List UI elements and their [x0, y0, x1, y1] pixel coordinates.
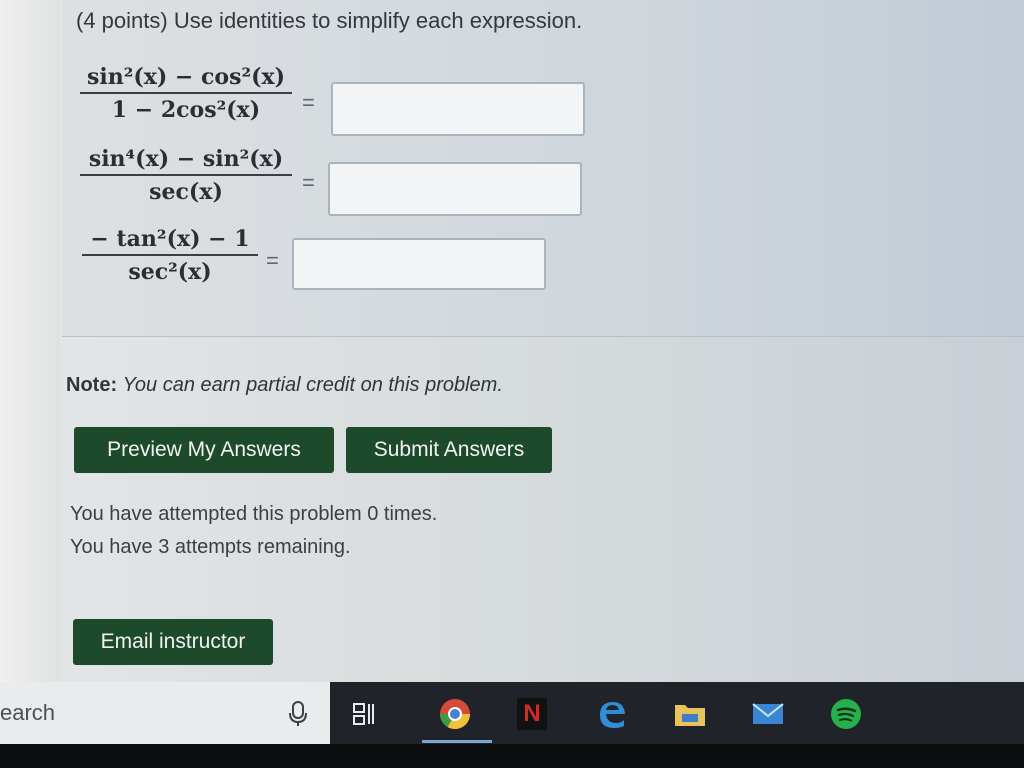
equals-sign-2: =: [302, 170, 315, 195]
expression-3-numerator: − tan²(x) − 1: [90, 226, 250, 252]
email-instructor-button[interactable]: Email instructor: [73, 619, 273, 665]
partial-credit-note: Note: You can earn partial credit on thi…: [66, 374, 503, 397]
equals-sign-1: =: [302, 90, 315, 115]
answer-field-3[interactable]: [292, 238, 546, 290]
search-placeholder: earch: [0, 700, 56, 725]
file-explorer-icon[interactable]: [672, 696, 708, 732]
attempts-remaining-text: You have 3 attempts remaining.: [70, 536, 351, 558]
answer-field-1[interactable]: [331, 82, 585, 136]
expression-2: sin⁴(x) − sin²(x) sec(x): [80, 146, 292, 205]
taskbar-search-box[interactable]: earch: [0, 682, 330, 744]
netflix-letter: N: [517, 698, 547, 730]
expression-3-denominator: sec²(x): [128, 259, 212, 285]
left-margin: [0, 0, 60, 682]
expression-1-denominator: 1 − 2cos²(x): [111, 97, 261, 123]
answer-field-2[interactable]: [328, 162, 582, 216]
fraction-bar: [80, 174, 292, 176]
note-text: You can earn partial credit on this prob…: [122, 374, 503, 396]
fraction-bar: [80, 92, 292, 94]
microphone-icon[interactable]: [284, 698, 312, 728]
preview-answers-button[interactable]: Preview My Answers: [74, 427, 334, 473]
expression-3: − tan²(x) − 1 sec²(x): [82, 226, 258, 285]
chrome-icon[interactable]: [437, 696, 473, 732]
netflix-icon[interactable]: N: [514, 696, 550, 732]
expression-2-denominator: sec(x): [149, 179, 223, 205]
expression-2-numerator: sin⁴(x) − sin²(x): [88, 146, 284, 172]
edge-icon[interactable]: [594, 696, 630, 732]
attempts-made-text: You have attempted this problem 0 times.: [70, 503, 438, 525]
active-app-indicator: [422, 740, 492, 743]
spotify-icon[interactable]: [828, 696, 864, 732]
fraction-bar: [82, 254, 258, 256]
submit-answers-button[interactable]: Submit Answers: [346, 427, 552, 473]
mail-icon[interactable]: [750, 696, 786, 732]
expression-1-numerator: sin²(x) − cos²(x): [86, 64, 286, 90]
task-view-icon[interactable]: [348, 696, 384, 732]
note-label: Note:: [66, 374, 118, 396]
expression-1: sin²(x) − cos²(x) 1 − 2cos²(x): [80, 64, 292, 123]
screen-bezel: [0, 744, 1024, 768]
problem-title: (4 points) Use identities to simplify ea…: [76, 8, 583, 33]
taskbar: earch N: [0, 682, 1024, 744]
equals-sign-3: =: [266, 248, 279, 273]
